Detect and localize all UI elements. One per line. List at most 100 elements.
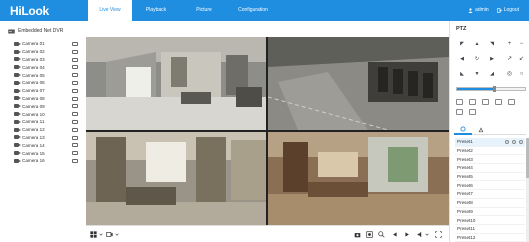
3d-positioning-icon[interactable] <box>456 109 463 115</box>
brand-logo: HiLook <box>10 4 49 18</box>
ptz-down-button[interactable]: ▼ <box>471 68 483 80</box>
ptz-auto-button[interactable]: ↻ <box>471 53 483 65</box>
fullscreen-icon[interactable] <box>435 231 442 238</box>
iris-open-icon[interactable]: ◎ <box>504 68 515 80</box>
preset-item[interactable]: Preset7 <box>455 190 525 199</box>
preset-item[interactable]: Preset1 <box>455 138 525 147</box>
zoom-in-button[interactable]: + <box>504 38 515 50</box>
video-window-4[interactable] <box>268 132 449 225</box>
camera-list-item[interactable]: Camera 11 <box>14 118 80 126</box>
start-preview-icon[interactable] <box>72 151 78 156</box>
start-preview-icon[interactable] <box>72 57 78 62</box>
set-preset-icon[interactable] <box>512 140 516 144</box>
ptz-speed-slider[interactable] <box>456 86 526 92</box>
camera-list-item[interactable]: Camera 16 <box>14 157 80 165</box>
camera-list-item[interactable]: Camera 12 <box>14 126 80 134</box>
zoom-out-button[interactable]: − <box>516 38 527 50</box>
start-preview-icon[interactable] <box>72 158 78 163</box>
wiper-icon[interactable] <box>469 99 476 105</box>
preset-item[interactable]: Preset4 <box>455 164 525 173</box>
ptz-left-button[interactable]: ◀ <box>456 53 468 65</box>
ptz-up-left-button[interactable]: ◤ <box>456 38 468 50</box>
start-preview-icon[interactable] <box>72 104 78 109</box>
chevron-down-icon[interactable] <box>99 231 103 238</box>
chevron-down-icon[interactable] <box>115 231 119 238</box>
previous-page-icon[interactable] <box>391 231 398 238</box>
preset-item[interactable]: Preset11 <box>455 225 525 234</box>
start-preview-icon[interactable] <box>72 112 78 117</box>
start-preview-icon[interactable] <box>72 96 78 101</box>
ptz-right-button[interactable]: ▶ <box>486 53 498 65</box>
camera-list-item[interactable]: Camera 04 <box>14 63 80 71</box>
preset-item[interactable]: Preset9 <box>455 208 525 217</box>
preset-item[interactable]: Preset12 <box>455 234 525 242</box>
slider-thumb[interactable] <box>492 86 496 92</box>
start-preview-icon[interactable] <box>72 135 78 140</box>
ptz-down-left-button[interactable]: ◣ <box>456 68 468 80</box>
tab-configuration[interactable]: Configuration <box>228 0 278 21</box>
ptz-down-right-button[interactable]: ◢ <box>486 68 498 80</box>
preset-item[interactable]: Preset5 <box>455 173 525 182</box>
menu-icon[interactable] <box>508 99 515 105</box>
start-preview-icon[interactable] <box>72 127 78 132</box>
light-icon[interactable] <box>456 99 463 105</box>
camera-list-item[interactable]: Camera 09 <box>14 102 80 110</box>
stream-type-icon[interactable] <box>106 231 113 238</box>
camera-list-item[interactable]: Camera 10 <box>14 110 80 118</box>
call-preset-icon[interactable] <box>505 140 509 144</box>
start-preview-icon[interactable] <box>72 73 78 78</box>
camera-list-item[interactable]: Camera 02 <box>14 48 80 56</box>
camera-icon <box>14 119 21 124</box>
preset-item[interactable]: Preset3 <box>455 155 525 165</box>
video-window-1[interactable] <box>86 37 266 130</box>
camera-list-item[interactable]: Camera 13 <box>14 134 80 142</box>
capture-icon[interactable] <box>354 231 361 238</box>
camera-list-item[interactable]: Camera 03 <box>14 56 80 64</box>
tab-live-view[interactable]: Live View <box>88 0 132 21</box>
preset-item[interactable]: Preset8 <box>455 199 525 208</box>
start-preview-icon[interactable] <box>72 80 78 85</box>
user-menu[interactable]: admin <box>468 7 489 13</box>
ptz-up-button[interactable]: ▲ <box>471 38 483 50</box>
zoom-icon[interactable] <box>378 231 385 238</box>
lens-init-icon[interactable] <box>495 99 502 105</box>
start-preview-icon[interactable] <box>72 65 78 70</box>
video-window-2[interactable] <box>268 37 449 130</box>
preset-name: Preset1 <box>457 139 473 145</box>
audio-icon[interactable] <box>417 231 424 238</box>
start-preview-icon[interactable] <box>72 88 78 93</box>
record-icon[interactable] <box>366 231 373 238</box>
tab-preset[interactable] <box>454 125 472 135</box>
camera-list-item[interactable]: Camera 06 <box>14 79 80 87</box>
start-preview-icon[interactable] <box>72 49 78 54</box>
preset-item[interactable]: Preset2 <box>455 147 525 156</box>
iris-close-icon[interactable]: ○ <box>516 68 527 80</box>
camera-list-item[interactable]: Camera 01 <box>14 40 80 48</box>
camera-list-item[interactable]: Camera 15 <box>14 149 80 157</box>
camera-list-item[interactable]: Camera 14 <box>14 141 80 149</box>
focus-near-icon[interactable]: ↗ <box>504 53 515 65</box>
camera-list-item[interactable]: Camera 07 <box>14 87 80 95</box>
focus-assist-icon[interactable] <box>482 99 489 105</box>
camera-name: Camera 15 <box>22 150 45 156</box>
window-division-icon[interactable] <box>90 231 97 238</box>
device-tree-root[interactable]: Embedded Net DVR <box>8 28 63 34</box>
tab-patrol[interactable] <box>472 125 490 135</box>
preset-item[interactable]: Preset6 <box>455 181 525 191</box>
logout-link[interactable]: Logout <box>496 7 519 13</box>
camera-list-item[interactable]: Camera 08 <box>14 95 80 103</box>
start-preview-icon[interactable] <box>72 42 78 46</box>
video-window-3[interactable] <box>86 132 266 225</box>
preset-item[interactable]: Preset10 <box>455 216 525 225</box>
next-page-icon[interactable] <box>404 231 411 238</box>
focus-far-icon[interactable]: ↙ <box>516 53 527 65</box>
tab-picture[interactable]: Picture <box>184 0 224 21</box>
ptz-up-right-button[interactable]: ◥ <box>486 38 498 50</box>
chevron-down-icon[interactable] <box>425 231 429 238</box>
camera-list-item[interactable]: Camera 05 <box>14 71 80 79</box>
tab-playback[interactable]: Playback <box>136 0 176 21</box>
start-preview-icon[interactable] <box>72 143 78 148</box>
start-preview-icon[interactable] <box>72 119 78 124</box>
manual-track-icon[interactable] <box>469 109 476 115</box>
delete-preset-icon[interactable] <box>519 140 523 144</box>
